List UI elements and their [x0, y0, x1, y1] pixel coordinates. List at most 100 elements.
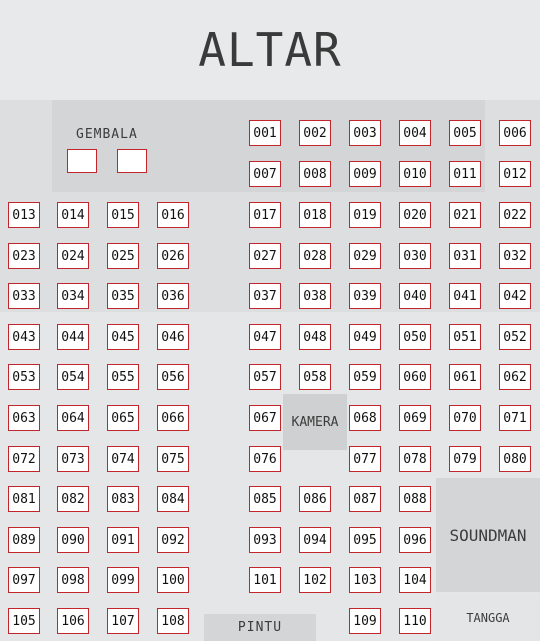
seat-027[interactable]: 027 — [249, 243, 281, 269]
seat-049[interactable]: 049 — [349, 324, 381, 350]
seat-029[interactable]: 029 — [349, 243, 381, 269]
seat-075[interactable]: 075 — [157, 446, 189, 472]
seat-110[interactable]: 110 — [399, 608, 431, 634]
seat-078[interactable]: 078 — [399, 446, 431, 472]
seat-092[interactable]: 092 — [157, 527, 189, 553]
seat-055[interactable]: 055 — [107, 364, 139, 390]
seat-108[interactable]: 108 — [157, 608, 189, 634]
seat-054[interactable]: 054 — [57, 364, 89, 390]
seat-107[interactable]: 107 — [107, 608, 139, 634]
seat-004[interactable]: 004 — [399, 120, 431, 146]
seat-068[interactable]: 068 — [349, 405, 381, 431]
seat-012[interactable]: 012 — [499, 161, 531, 187]
seat-090[interactable]: 090 — [57, 527, 89, 553]
pastor-seat-2[interactable] — [117, 149, 147, 173]
seat-102[interactable]: 102 — [299, 567, 331, 593]
seat-028[interactable]: 028 — [299, 243, 331, 269]
seat-046[interactable]: 046 — [157, 324, 189, 350]
seat-105[interactable]: 105 — [8, 608, 40, 634]
seat-016[interactable]: 016 — [157, 202, 189, 228]
seat-065[interactable]: 065 — [107, 405, 139, 431]
seat-104[interactable]: 104 — [399, 567, 431, 593]
seat-051[interactable]: 051 — [449, 324, 481, 350]
seat-058[interactable]: 058 — [299, 364, 331, 390]
seat-025[interactable]: 025 — [107, 243, 139, 269]
seat-001[interactable]: 001 — [249, 120, 281, 146]
seat-005[interactable]: 005 — [449, 120, 481, 146]
seat-031[interactable]: 031 — [449, 243, 481, 269]
seat-037[interactable]: 037 — [249, 283, 281, 309]
seat-059[interactable]: 059 — [349, 364, 381, 390]
seat-096[interactable]: 096 — [399, 527, 431, 553]
seat-109[interactable]: 109 — [349, 608, 381, 634]
seat-072[interactable]: 072 — [8, 446, 40, 472]
seat-020[interactable]: 020 — [399, 202, 431, 228]
seat-071[interactable]: 071 — [499, 405, 531, 431]
seat-093[interactable]: 093 — [249, 527, 281, 553]
seat-082[interactable]: 082 — [57, 486, 89, 512]
seat-018[interactable]: 018 — [299, 202, 331, 228]
seat-067[interactable]: 067 — [249, 405, 281, 431]
seat-024[interactable]: 024 — [57, 243, 89, 269]
seat-017[interactable]: 017 — [249, 202, 281, 228]
seat-032[interactable]: 032 — [499, 243, 531, 269]
pastor-seat-1[interactable] — [67, 149, 97, 173]
seat-003[interactable]: 003 — [349, 120, 381, 146]
seat-097[interactable]: 097 — [8, 567, 40, 593]
seat-061[interactable]: 061 — [449, 364, 481, 390]
seat-085[interactable]: 085 — [249, 486, 281, 512]
seat-014[interactable]: 014 — [57, 202, 89, 228]
seat-077[interactable]: 077 — [349, 446, 381, 472]
seat-021[interactable]: 021 — [449, 202, 481, 228]
seat-103[interactable]: 103 — [349, 567, 381, 593]
seat-086[interactable]: 086 — [299, 486, 331, 512]
seat-100[interactable]: 100 — [157, 567, 189, 593]
seat-089[interactable]: 089 — [8, 527, 40, 553]
seat-044[interactable]: 044 — [57, 324, 89, 350]
seat-063[interactable]: 063 — [8, 405, 40, 431]
seat-053[interactable]: 053 — [8, 364, 40, 390]
seat-080[interactable]: 080 — [499, 446, 531, 472]
seat-030[interactable]: 030 — [399, 243, 431, 269]
seat-106[interactable]: 106 — [57, 608, 89, 634]
seat-088[interactable]: 088 — [399, 486, 431, 512]
seat-010[interactable]: 010 — [399, 161, 431, 187]
seat-057[interactable]: 057 — [249, 364, 281, 390]
seat-041[interactable]: 041 — [449, 283, 481, 309]
seat-019[interactable]: 019 — [349, 202, 381, 228]
seat-045[interactable]: 045 — [107, 324, 139, 350]
seat-006[interactable]: 006 — [499, 120, 531, 146]
seat-070[interactable]: 070 — [449, 405, 481, 431]
seat-098[interactable]: 098 — [57, 567, 89, 593]
seat-011[interactable]: 011 — [449, 161, 481, 187]
seat-009[interactable]: 009 — [349, 161, 381, 187]
seat-036[interactable]: 036 — [157, 283, 189, 309]
seat-052[interactable]: 052 — [499, 324, 531, 350]
seat-076[interactable]: 076 — [249, 446, 281, 472]
seat-040[interactable]: 040 — [399, 283, 431, 309]
seat-034[interactable]: 034 — [57, 283, 89, 309]
seat-056[interactable]: 056 — [157, 364, 189, 390]
seat-069[interactable]: 069 — [399, 405, 431, 431]
seat-048[interactable]: 048 — [299, 324, 331, 350]
seat-022[interactable]: 022 — [499, 202, 531, 228]
seat-026[interactable]: 026 — [157, 243, 189, 269]
seat-066[interactable]: 066 — [157, 405, 189, 431]
seat-074[interactable]: 074 — [107, 446, 139, 472]
seat-035[interactable]: 035 — [107, 283, 139, 309]
seat-033[interactable]: 033 — [8, 283, 40, 309]
seat-043[interactable]: 043 — [8, 324, 40, 350]
seat-015[interactable]: 015 — [107, 202, 139, 228]
seat-101[interactable]: 101 — [249, 567, 281, 593]
seat-007[interactable]: 007 — [249, 161, 281, 187]
seat-073[interactable]: 073 — [57, 446, 89, 472]
seat-091[interactable]: 091 — [107, 527, 139, 553]
seat-050[interactable]: 050 — [399, 324, 431, 350]
seat-087[interactable]: 087 — [349, 486, 381, 512]
seat-081[interactable]: 081 — [8, 486, 40, 512]
seat-099[interactable]: 099 — [107, 567, 139, 593]
seat-013[interactable]: 013 — [8, 202, 40, 228]
seat-038[interactable]: 038 — [299, 283, 331, 309]
seat-023[interactable]: 023 — [8, 243, 40, 269]
seat-008[interactable]: 008 — [299, 161, 331, 187]
